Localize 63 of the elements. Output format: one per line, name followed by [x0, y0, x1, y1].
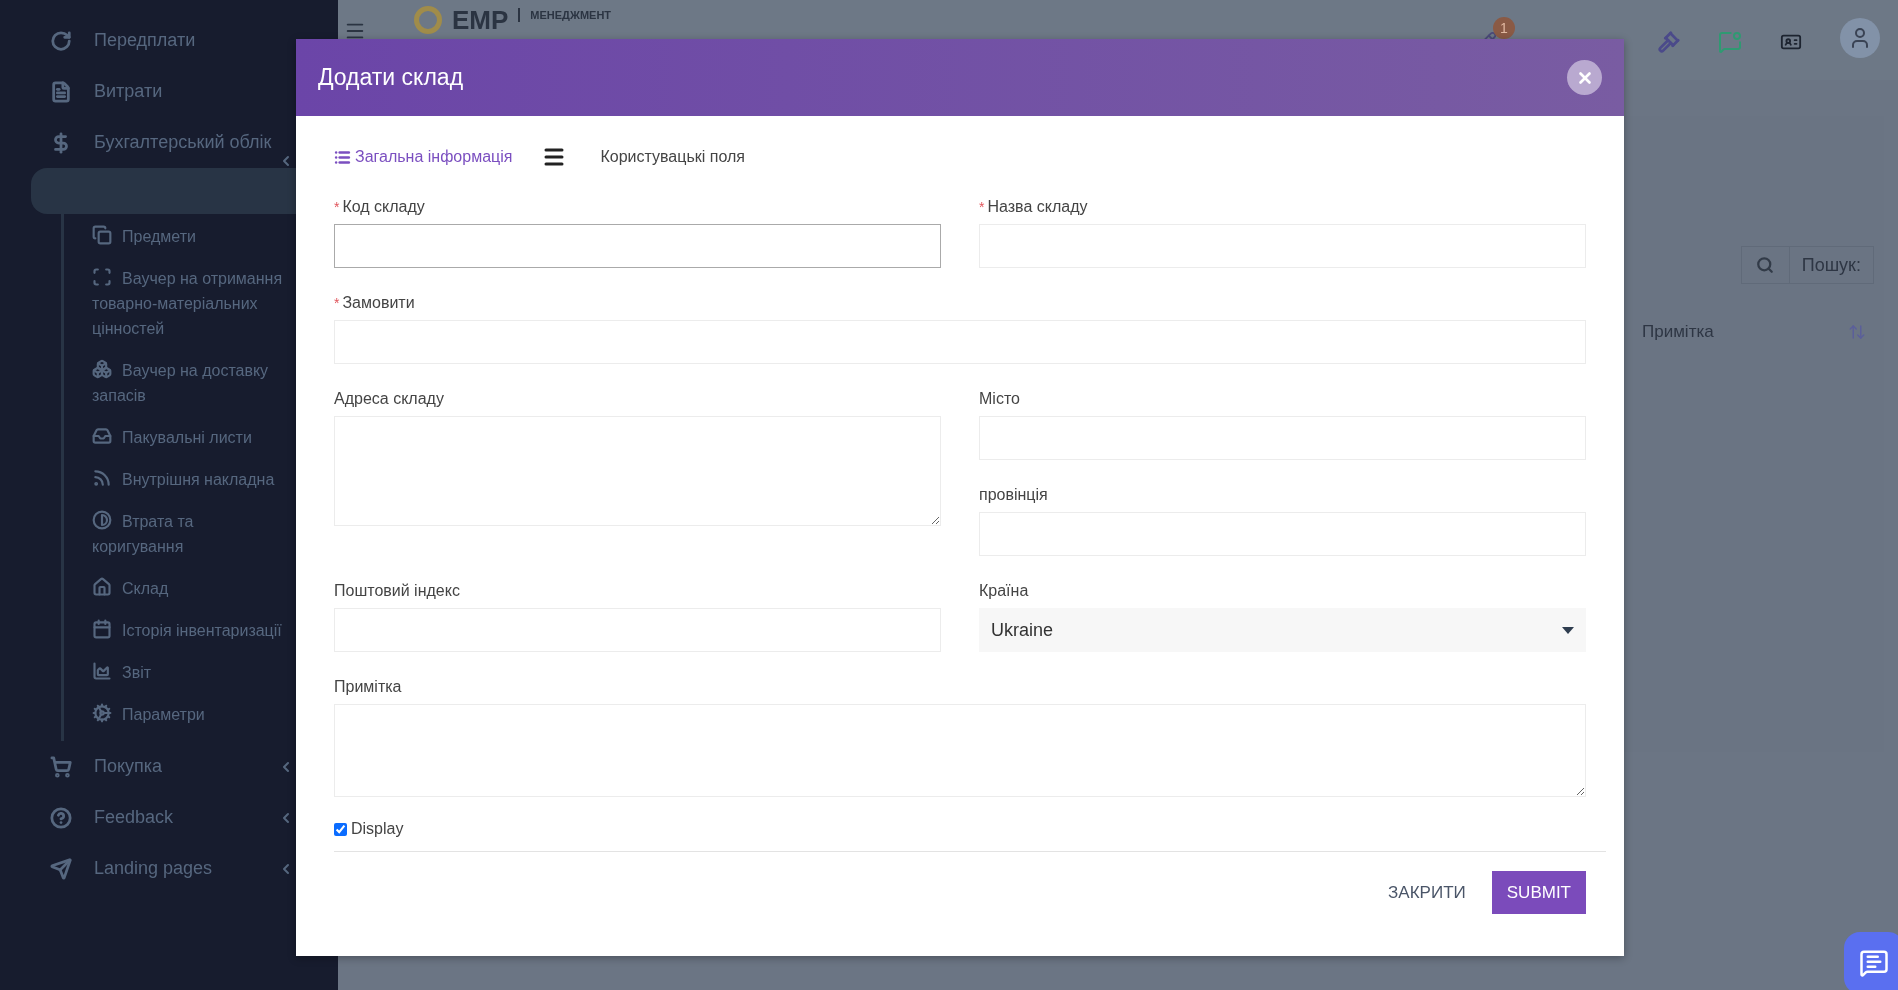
country-select[interactable]: Ukraine: [979, 608, 1586, 652]
field-label: Назва складу: [987, 197, 1088, 217]
inbox-icon: [92, 426, 112, 446]
tab[interactable]: Користувацькі поля: [542, 145, 745, 169]
field-label: провінція: [979, 485, 1048, 505]
home-icon: [92, 577, 112, 597]
input-field[interactable]: [334, 224, 941, 268]
paper-plane-icon: [50, 857, 72, 880]
list-icon: [334, 148, 351, 166]
help-icon: [50, 806, 72, 829]
close-text-button[interactable]: ЗАКРИТИ: [1386, 871, 1468, 914]
field-label: Адреса складу: [334, 389, 444, 409]
gavel-icon[interactable]: [1658, 31, 1680, 53]
refresh-icon: [50, 29, 72, 52]
field-label: Країна: [979, 581, 1029, 601]
logo-text: EMP: [452, 6, 509, 34]
submenu-item[interactable]: Історія інвентаризації: [92, 618, 283, 643]
submenu-item[interactable]: Ваучер на отримання товарно-матеріальних цінностей: [92, 266, 283, 341]
field-label: Код складу: [342, 197, 425, 217]
field-label: Примітка: [334, 677, 402, 697]
submenu-item[interactable]: Ваучер на доставку запасів: [92, 358, 283, 408]
cart-icon: [50, 755, 72, 778]
sidebar-item[interactable]: Передплати: [0, 15, 338, 66]
rss-icon: [92, 468, 112, 488]
caret-icon: [1562, 626, 1574, 634]
chat-icon: [1859, 948, 1889, 978]
required-mark: *: [979, 198, 985, 217]
copy-icon: [92, 225, 112, 245]
avatar[interactable]: [1840, 18, 1880, 58]
text-area[interactable]: [334, 704, 1586, 797]
logo-caption: МЕНЕДЖМЕНТ: [518, 8, 612, 22]
submenu-item[interactable]: Втрата та коригування: [92, 509, 283, 559]
calendar-icon: [92, 619, 112, 639]
search-icon: [1756, 256, 1775, 274]
submenu-item[interactable]: Внутрішня накладна: [92, 467, 283, 492]
required-mark: *: [334, 294, 340, 313]
text-area[interactable]: [334, 416, 941, 526]
sidebar-item[interactable]: Landing pages: [0, 843, 338, 894]
submit-button[interactable]: SUBMIT: [1491, 871, 1586, 914]
sidebar-item[interactable]: Покупка: [0, 741, 338, 792]
chat-button[interactable]: [1844, 932, 1898, 990]
half-circle-icon: [92, 510, 112, 530]
scan-icon: [92, 267, 112, 287]
submenu-item[interactable]: Пакувальні листи: [92, 425, 283, 450]
search-field[interactable]: Пошук:: [1740, 246, 1874, 284]
notification-badge: 1: [1493, 17, 1515, 39]
display-checkbox[interactable]: [334, 822, 347, 836]
boxes-icon: [92, 359, 112, 379]
field-label: Місто: [979, 389, 1020, 409]
required-mark: *: [334, 198, 340, 217]
logo-icon: [414, 6, 442, 34]
submenu-item[interactable]: Звіт: [92, 660, 283, 685]
field-label: Замовити: [342, 293, 415, 313]
submenu-item[interactable]: Склад: [92, 576, 283, 601]
checkbox-label: Display: [351, 819, 404, 839]
area-chart-icon: [92, 661, 112, 681]
modal-title: Додати склад: [318, 63, 464, 93]
submenu-item[interactable]: Предмети: [92, 224, 283, 249]
close-button[interactable]: [1567, 60, 1602, 95]
sidebar-item[interactable]: Feedback: [0, 792, 338, 843]
field-label: Поштовий індекс: [334, 581, 460, 601]
document-icon: [50, 80, 72, 103]
submenu-item[interactable]: Параметри: [92, 702, 283, 727]
